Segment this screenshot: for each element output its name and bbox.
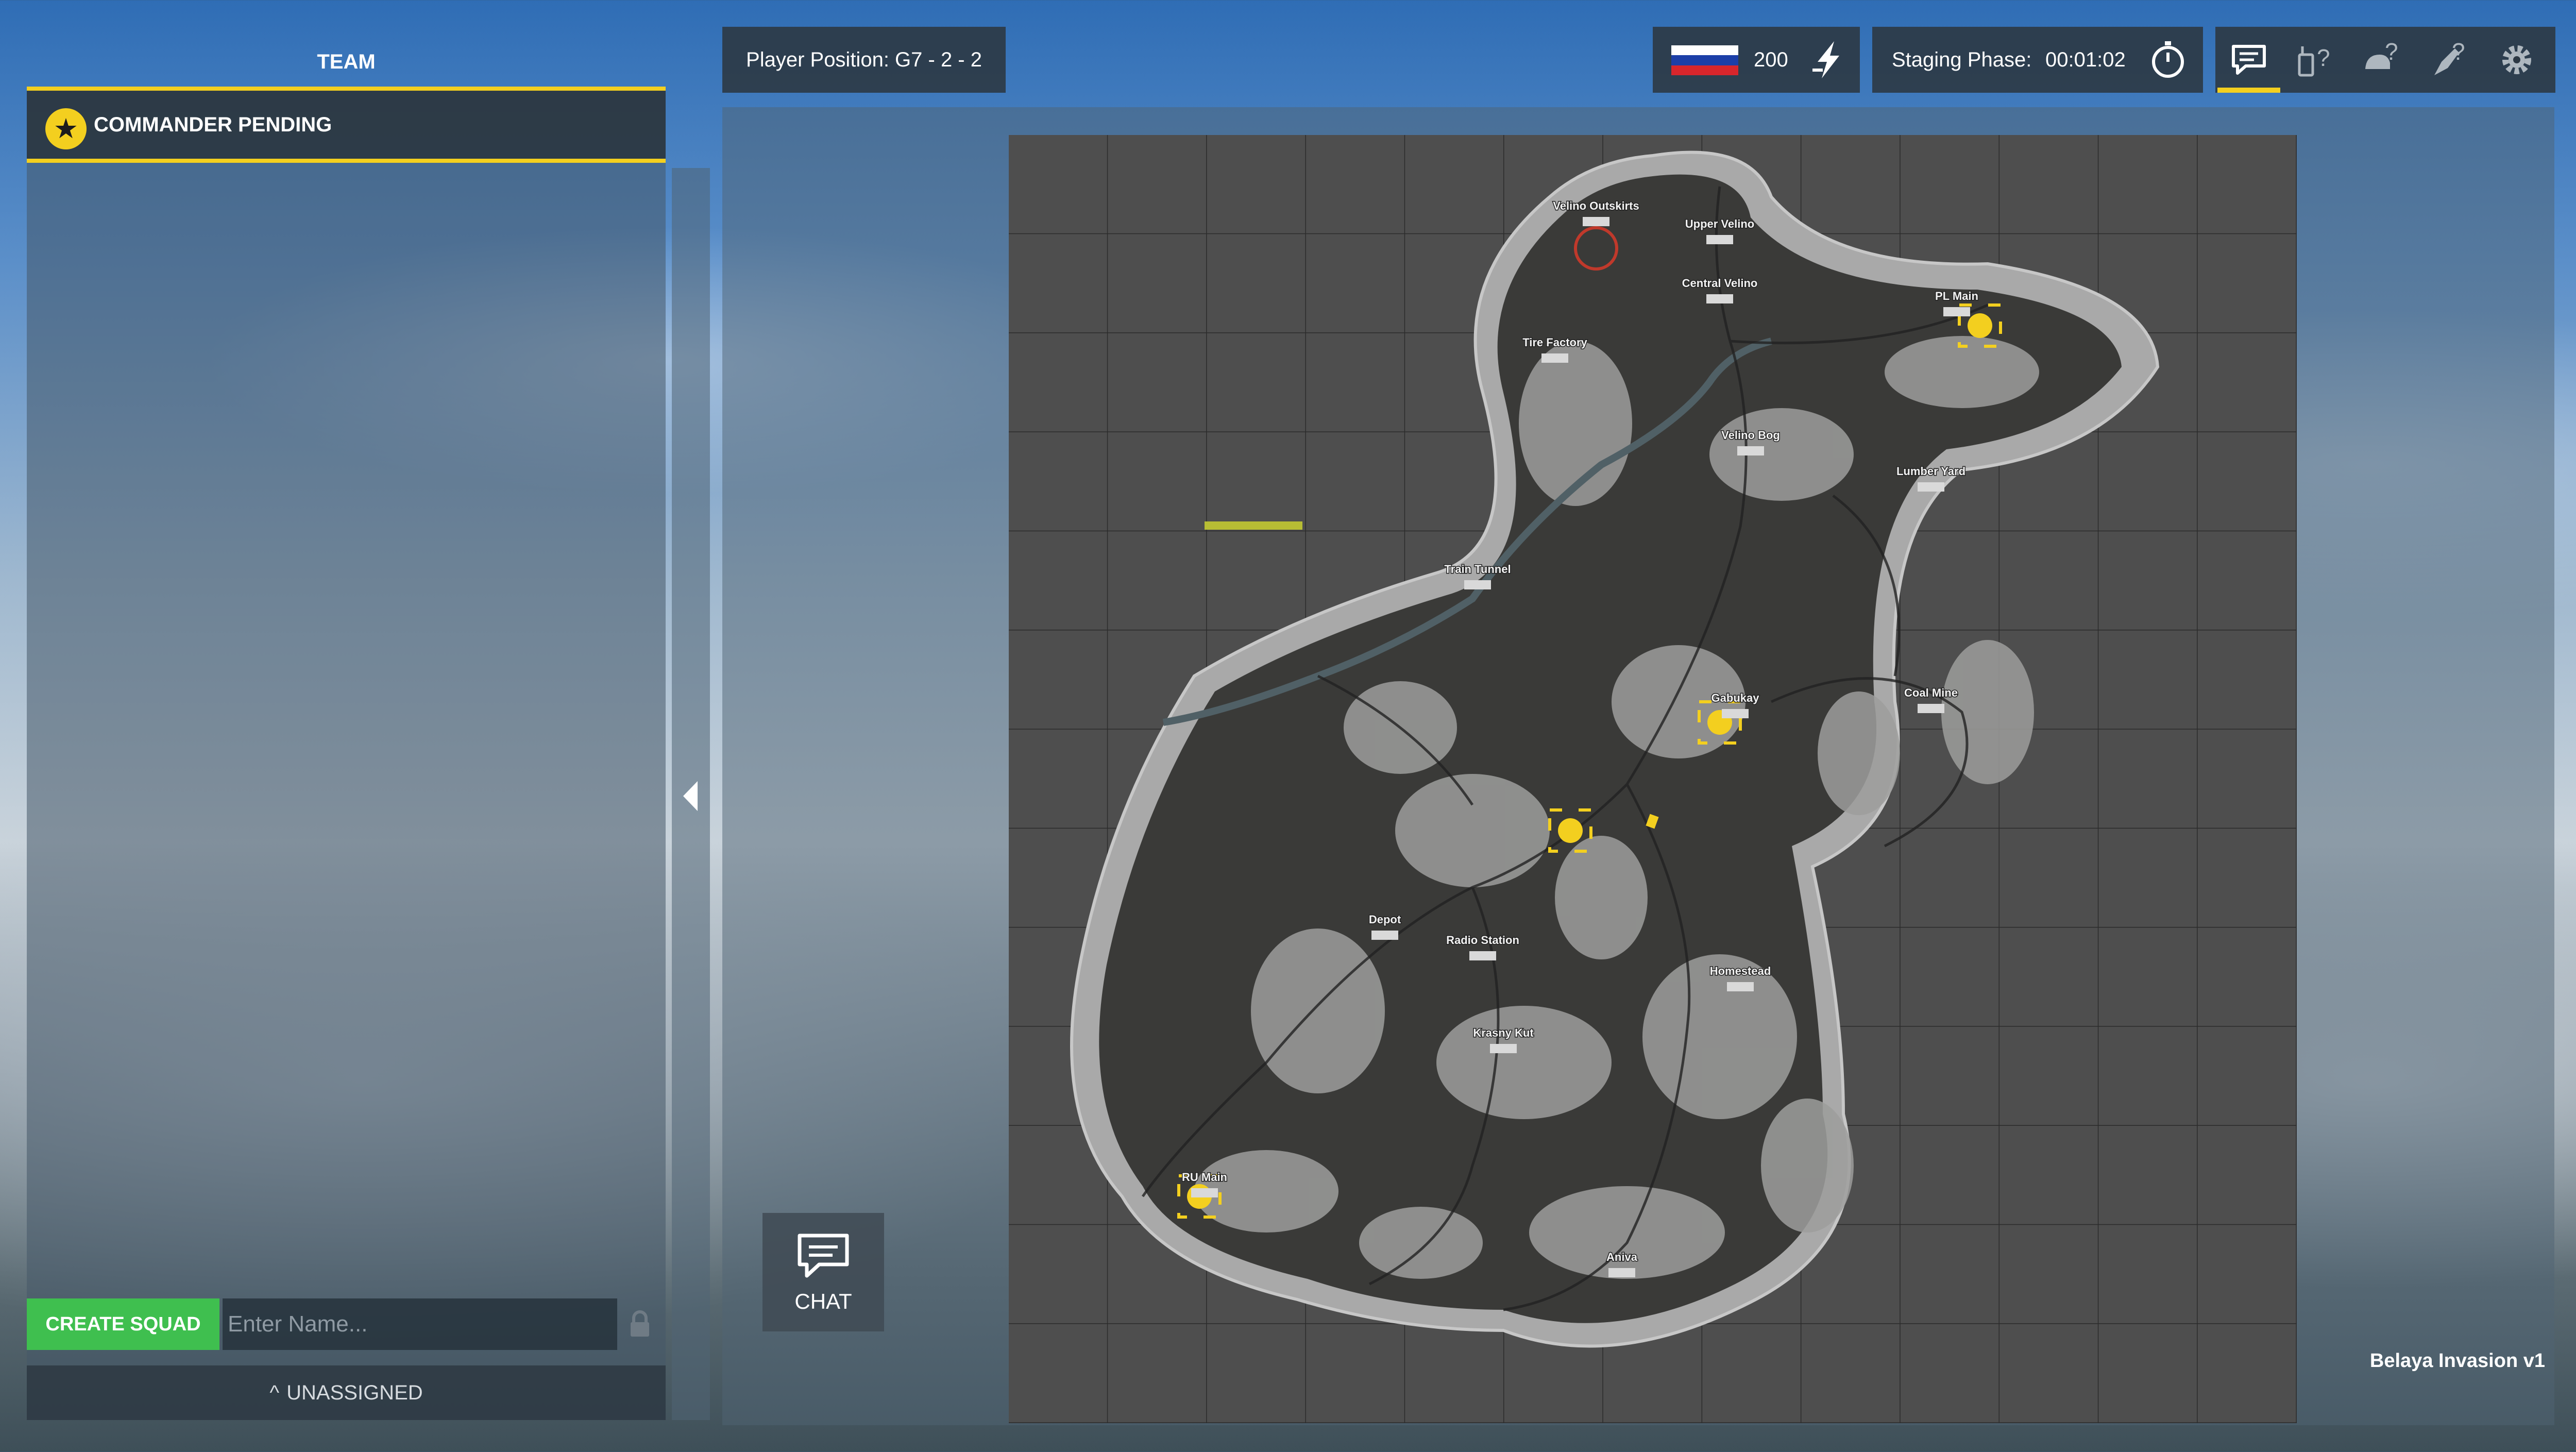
map-location-label: Aniva bbox=[1606, 1251, 1638, 1263]
chat-label: CHAT bbox=[794, 1289, 852, 1313]
map-location-flag bbox=[1464, 580, 1491, 589]
phase-label: Staging Phase: bbox=[1892, 48, 2032, 71]
map-location-label: Coal Mine bbox=[1904, 686, 1958, 699]
map-location-flag bbox=[1191, 1188, 1218, 1197]
lock-icon[interactable] bbox=[623, 1308, 656, 1341]
chevron-up-icon: ^ bbox=[269, 1381, 280, 1404]
player-position: Player Position: G7 - 2 - 2 bbox=[722, 27, 1006, 93]
unassigned-toggle[interactable]: ^ UNASSIGNED bbox=[27, 1365, 666, 1420]
gear-icon[interactable] bbox=[2483, 27, 2550, 93]
russia-flag-icon bbox=[1671, 45, 1738, 75]
map-location-label: Lumber Yard bbox=[1896, 465, 1965, 478]
tickets-box: 200 bbox=[1653, 27, 1860, 93]
svg-text:?: ? bbox=[2452, 39, 2465, 65]
map-location-flag bbox=[1706, 235, 1733, 244]
rocket-help-icon[interactable]: ? bbox=[2416, 27, 2483, 93]
map-location-label: RU Main bbox=[1182, 1171, 1227, 1184]
map-location-flag bbox=[1918, 704, 1944, 713]
chat-bubble-icon bbox=[798, 1234, 849, 1278]
unassigned-label: UNASSIGNED bbox=[286, 1381, 423, 1404]
map-location-label: Depot bbox=[1369, 913, 1401, 926]
star-icon: ★ bbox=[45, 108, 87, 149]
map-location-flag bbox=[1490, 1044, 1517, 1053]
collapse-panel-icon[interactable] bbox=[679, 778, 703, 814]
chat-bubble-icon[interactable] bbox=[2215, 27, 2282, 93]
map-location-label: Velino Bog bbox=[1721, 429, 1780, 442]
toolbar: ? ? ? bbox=[2215, 27, 2555, 93]
map-location-flag bbox=[1541, 353, 1568, 363]
map-location-flag bbox=[1727, 982, 1754, 991]
map-location-label: PL Main bbox=[1935, 290, 1978, 302]
map-location-flag bbox=[1943, 307, 1970, 316]
chat-button[interactable]: CHAT bbox=[762, 1213, 884, 1331]
map-location-label: Train Tunnel bbox=[1444, 563, 1511, 576]
map-location-label: Upper Velino bbox=[1685, 217, 1754, 230]
map-location-flag bbox=[1469, 951, 1496, 960]
squad-name-input[interactable] bbox=[223, 1298, 617, 1350]
map-location-flag bbox=[1706, 294, 1733, 303]
team-title: TEAM bbox=[317, 50, 376, 73]
create-squad-button[interactable]: CREATE SQUAD bbox=[27, 1298, 219, 1350]
stopwatch-icon bbox=[2152, 41, 2184, 78]
commander-label: COMMANDER PENDING bbox=[94, 113, 332, 136]
tunnel-marker bbox=[1205, 521, 1302, 530]
team-panel bbox=[27, 87, 666, 1420]
svg-text:?: ? bbox=[2385, 39, 2398, 65]
tactical-map[interactable]: Velino Outskirts Upper Velino Central Veli… bbox=[1009, 135, 2297, 1423]
svg-text:?: ? bbox=[2317, 44, 2330, 71]
map-location-label: Homestead bbox=[1710, 965, 1771, 977]
map-location-label: Tire Factory bbox=[1522, 336, 1587, 349]
phase-timer-box: Staging Phase: 00:01:02 bbox=[1872, 27, 2203, 93]
phase-timer: 00:01:02 bbox=[2045, 48, 2126, 71]
radio-help-icon[interactable]: ? bbox=[2282, 27, 2349, 93]
map-location-flag bbox=[1583, 217, 1609, 226]
map-location-flag bbox=[1722, 709, 1749, 718]
map-location-flag bbox=[1918, 482, 1944, 492]
map-location-flag bbox=[1608, 1268, 1635, 1277]
map-name: Belaya Invasion v1 bbox=[2369, 1350, 2545, 1372]
map-location-label: Central Velino bbox=[1682, 277, 1758, 290]
tickets-icon bbox=[1812, 41, 1839, 78]
map-location-label: Krasny Kut bbox=[1473, 1026, 1534, 1039]
map-location-flag bbox=[1737, 446, 1764, 455]
map-location-label: Radio Station bbox=[1446, 934, 1519, 947]
commander-slot[interactable]: ★ COMMANDER PENDING bbox=[27, 87, 666, 163]
ticket-count: 200 bbox=[1754, 48, 1788, 71]
map-location-label: Velino Outskirts bbox=[1553, 199, 1639, 212]
helmet-help-icon[interactable]: ? bbox=[2349, 27, 2416, 93]
map-location-flag bbox=[1371, 931, 1398, 940]
map-location-label: Gabukay bbox=[1711, 691, 1760, 704]
